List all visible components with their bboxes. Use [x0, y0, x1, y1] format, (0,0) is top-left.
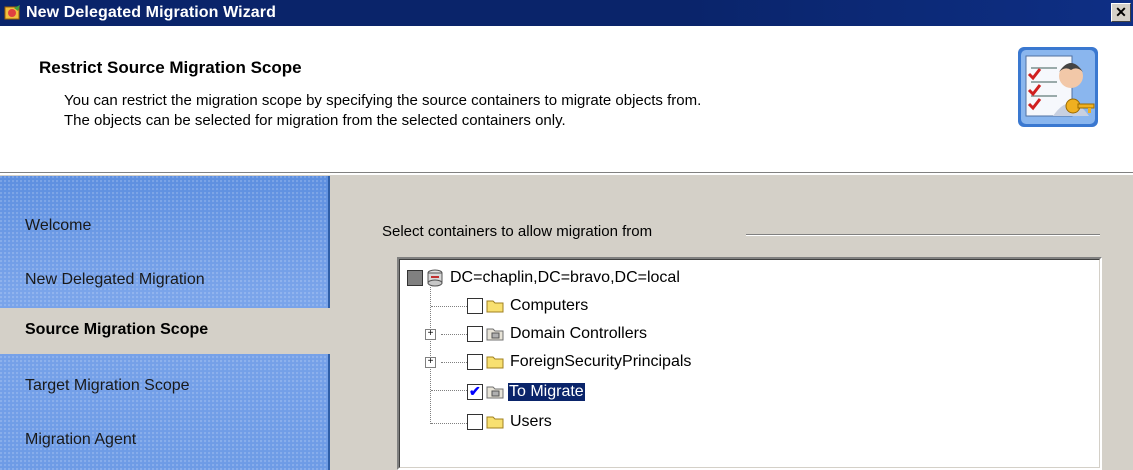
wizard-user-key-icon [1018, 47, 1098, 127]
computers-checkbox[interactable] [467, 298, 483, 314]
users-checkbox[interactable] [467, 414, 483, 430]
tree-node-label: Domain Controllers [510, 325, 647, 342]
ou-icon [486, 328, 504, 341]
root-checkbox[interactable] [407, 270, 423, 286]
step-migration-agent[interactable]: Migration Agent [0, 418, 330, 464]
wizard-step-sidebar: Welcome New Delegated Migration Source M… [0, 176, 332, 470]
wizard-header: Restrict Source Migration Scope You can … [0, 26, 1133, 173]
tree-connector [431, 306, 467, 307]
expand-foreign-security-principals-icon[interactable]: + [425, 357, 436, 368]
group-separator [746, 234, 1100, 236]
to-migrate-checkbox[interactable]: ✔ [467, 383, 483, 400]
ou-icon [486, 386, 504, 399]
tree-node-label: ForeignSecurityPrincipals [510, 353, 692, 370]
folder-icon [486, 416, 504, 429]
tree-connector [431, 390, 467, 391]
tree-node-domain-controllers[interactable]: Domain Controllers [467, 324, 767, 346]
step-label: Target Migration Scope [25, 377, 190, 394]
tree-node-foreign-security-principals[interactable]: ForeignSecurityPrincipals [467, 352, 767, 374]
page-title: Restrict Source Migration Scope [39, 58, 302, 77]
wizard-app-icon [4, 5, 20, 20]
step-new-delegated-migration[interactable]: New Delegated Migration [0, 258, 330, 304]
page-description: You can restrict the migration scope by … [64, 91, 701, 131]
step-label: Migration Agent [25, 431, 137, 448]
tree-node-root[interactable]: DC=chaplin,DC=bravo,DC=local [407, 268, 807, 290]
tree-node-computers[interactable]: Computers [467, 296, 767, 318]
tree-node-label: Computers [510, 297, 589, 314]
checkmark-icon: ✔ [469, 383, 481, 399]
step-label: Welcome [25, 217, 92, 234]
step-target-migration-scope[interactable]: Target Migration Scope [0, 364, 330, 410]
tree-connector [431, 423, 467, 424]
folder-icon [486, 300, 504, 313]
group-label: Select containers to allow migration fro… [382, 223, 653, 240]
domain-icon [427, 269, 443, 287]
domain-controllers-checkbox[interactable] [467, 326, 483, 342]
title-bar: New Delegated Migration Wizard ✕ [0, 0, 1133, 26]
step-source-migration-scope[interactable]: Source Migration Scope [0, 308, 332, 354]
container-tree[interactable]: DC=chaplin,DC=bravo,DC=local Computers +… [397, 257, 1102, 470]
description-line-1: You can restrict the migration scope by … [64, 92, 702, 109]
foreign-security-principals-checkbox[interactable] [467, 354, 483, 370]
folder-icon [486, 356, 504, 369]
step-welcome[interactable]: Welcome [0, 204, 330, 250]
tree-node-label: To Migrate [507, 382, 586, 402]
step-label: Source Migration Scope [25, 321, 209, 338]
step-label: New Delegated Migration [25, 271, 205, 288]
close-button[interactable]: ✕ [1111, 3, 1131, 22]
expand-domain-controllers-icon[interactable]: + [425, 329, 436, 340]
tree-node-label: DC=chaplin,DC=bravo,DC=local [450, 269, 680, 286]
tree-node-label: Users [510, 413, 552, 430]
header-divider [0, 172, 1133, 175]
tree-node-users[interactable]: Users [467, 412, 767, 434]
tree-connector [441, 334, 467, 335]
tree-connector [441, 362, 467, 363]
description-line-2: The objects can be selected for migratio… [64, 112, 566, 129]
close-icon: ✕ [1115, 4, 1127, 20]
window-title: New Delegated Migration Wizard [26, 4, 276, 21]
tree-node-to-migrate[interactable]: ✔ To Migrate [467, 382, 767, 404]
